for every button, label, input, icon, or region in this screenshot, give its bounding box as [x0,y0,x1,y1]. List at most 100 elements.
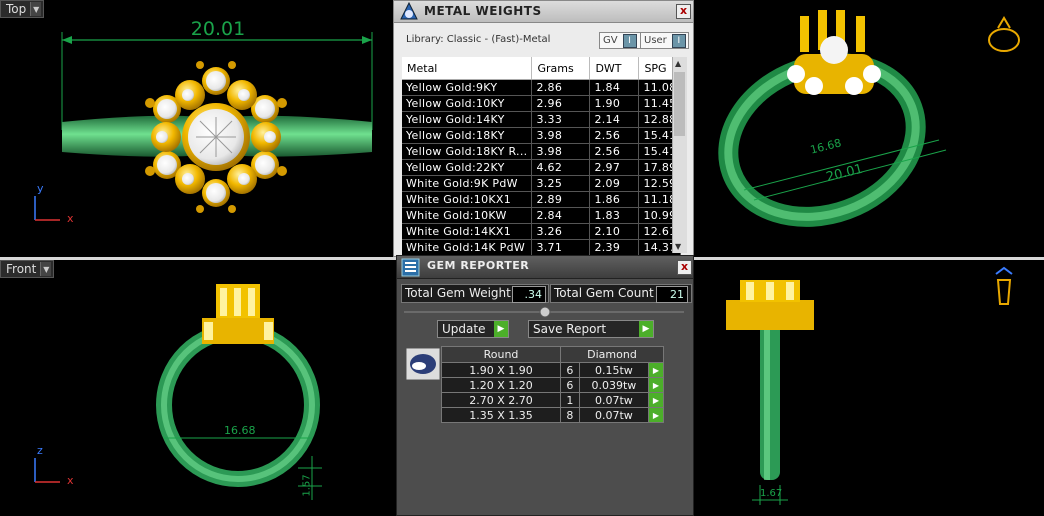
metal-weights-scrollbar[interactable]: ▲ ▼ [672,57,687,253]
metal-cell: Yellow Gold:14KY [402,111,533,128]
dwt-cell: 2.10 [589,223,640,240]
metal-cell: Yellow Gold:9KY [402,79,533,96]
play-icon[interactable]: ▶ [648,362,664,378]
table-row[interactable]: Yellow Gold:18KY R... 3.98 2.56 15.41 [402,143,682,160]
metal-cell: Yellow Gold:18KY [402,127,533,144]
gem-reporter-titlebar[interactable]: GEM REPORTER x [397,256,693,279]
gem-weight-cell: 0.07tw [578,392,650,408]
dwt-cell: 2.56 [589,127,640,144]
gem-size-cell: 1.90 X 1.90 [441,362,561,378]
metal-weights-title: METAL WEIGHTS [424,4,542,18]
library-label: Library: Classic - (Fast)-Metal [406,34,551,45]
table-row[interactable]: 2.70 X 2.70 1 0.07tw ▶ [441,392,664,408]
table-row[interactable]: 1.90 X 1.90 6 0.15tw ▶ [441,362,664,378]
dwt-cell: 2.56 [589,143,640,160]
right-dimension-text: 1.67 [760,488,783,499]
metal-cell: White Gold:10KW [402,207,533,224]
total-gem-count-value: 21 [656,286,688,303]
close-icon[interactable]: x [676,4,691,19]
save-report-label: Save Report [533,322,607,336]
gv-toggle[interactable]: GV I [599,32,641,49]
grams-cell: 3.25 [531,175,591,192]
user-toggle[interactable]: User I [640,32,689,49]
gem-count-cell: 8 [560,407,580,423]
metal-cell: Yellow Gold:10KY [402,95,533,112]
close-icon[interactable]: x [677,260,692,275]
grams-cell: 4.62 [531,159,591,176]
table-row[interactable]: Yellow Gold:18KY 3.98 2.56 15.41 [402,127,682,144]
gv-toggle-label: GV [603,35,618,46]
axis-x-label: x [67,474,74,487]
table-row[interactable]: Yellow Gold:22KY 4.62 2.97 17.89 [402,159,682,176]
play-icon: ▶ [494,321,508,337]
table-row[interactable]: White Gold:14K PdW 3.71 2.39 14.37 [402,239,682,256]
gem-thumbnail-icon[interactable] [406,348,440,380]
grams-cell: 3.98 [531,127,591,144]
ring-perspective-view [718,10,1020,227]
viewport-top[interactable]: Top ▼ 20.01 y x [0,0,393,257]
ring-side-view [726,266,1013,505]
scale-icon [400,1,418,20]
table-row[interactable]: Yellow Gold:10KY 2.96 1.90 11.45 [402,95,682,112]
column-header-grams[interactable]: Grams [531,57,591,80]
scroll-up-icon[interactable]: ▲ [675,59,681,68]
scrollbar-thumb[interactable] [674,72,685,136]
report-icon [401,258,420,277]
top-dimension-text: 20.01 [191,18,245,40]
axis-y-label: y [37,182,44,195]
update-button[interactable]: Update ▶ [437,320,509,338]
dwt-cell: 1.83 [589,207,640,224]
gem-size-cell: 1.35 X 1.35 [441,407,561,423]
play-icon[interactable]: ▶ [648,377,664,393]
splitter-handle[interactable] [404,306,684,318]
total-gem-count-label: Total Gem Count [554,286,654,300]
front-dimension-text: 16.68 [224,424,256,437]
user-toggle-switch[interactable]: I [671,33,686,48]
metal-cell: White Gold:9K PdW [402,175,533,192]
grams-cell: 2.96 [531,95,591,112]
table-row[interactable]: White Gold:14KX1 3.26 2.10 12.61 [402,223,682,240]
update-label: Update [442,322,486,336]
metal-weights-titlebar[interactable]: METAL WEIGHTS x [394,1,693,23]
table-row[interactable]: Yellow Gold:9KY 2.86 1.84 11.08 [402,79,682,96]
gem-stone-header: Diamond [560,346,664,363]
viewport-right[interactable]: 1.67 [694,260,1044,514]
grams-cell: 2.89 [531,191,591,208]
total-gem-weight-label: Total Gem Weight [405,286,511,300]
table-row[interactable]: 1.20 X 1.20 6 0.039tw ▶ [441,377,664,393]
dwt-cell: 1.84 [589,79,640,96]
table-row[interactable]: White Gold:10KW 2.84 1.83 10.99 [402,207,682,224]
gem-weight-cell: 0.15tw [578,362,650,378]
play-icon: ▶ [639,321,653,337]
dwt-cell: 2.09 [589,175,640,192]
gem-count-cell: 6 [560,362,580,378]
dwt-cell: 1.86 [589,191,640,208]
scroll-down-icon[interactable]: ▼ [675,242,681,251]
gem-reporter-title: GEM REPORTER [427,259,530,272]
table-row[interactable]: 1.35 X 1.35 8 0.07tw ▶ [441,407,664,423]
table-row[interactable]: White Gold:9K PdW 3.25 2.09 12.59 [402,175,682,192]
gem-size-cell: 1.20 X 1.20 [441,377,561,393]
user-toggle-label: User [644,35,667,46]
metal-cell: White Gold:14KX1 [402,223,533,240]
gv-toggle-switch[interactable]: I [622,33,637,48]
viewport-perspective[interactable]: 16.68 20.01 [694,0,1044,257]
play-icon[interactable]: ▶ [648,407,664,423]
save-report-button[interactable]: Save Report ▶ [528,320,654,338]
play-icon[interactable]: ▶ [648,392,664,408]
grams-cell: 3.33 [531,111,591,128]
table-row[interactable]: Yellow Gold:14KY 3.33 2.14 12.88 [402,111,682,128]
dwt-cell: 2.14 [589,111,640,128]
gem-count-cell: 1 [560,392,580,408]
grams-cell: 3.26 [531,223,591,240]
column-header-dwt[interactable]: DWT [589,57,640,80]
viewport-front[interactable]: Front ▼ 16.68 1.57 z x [0,260,393,514]
column-header-metal[interactable]: Metal [402,57,533,80]
table-row[interactable]: White Gold:10KX1 2.89 1.86 11.18 [402,191,682,208]
metal-cell: Yellow Gold:22KY [402,159,533,176]
metal-cell: White Gold:14K PdW [402,239,533,256]
gem-report-table: Round Diamond 1.90 X 1.90 6 0.15tw ▶ 1.20 X … [441,346,664,423]
front-dimension-small: 1.57 [301,474,313,497]
metal-cell: White Gold:10KX1 [402,191,533,208]
ring-front-view [34,284,322,500]
